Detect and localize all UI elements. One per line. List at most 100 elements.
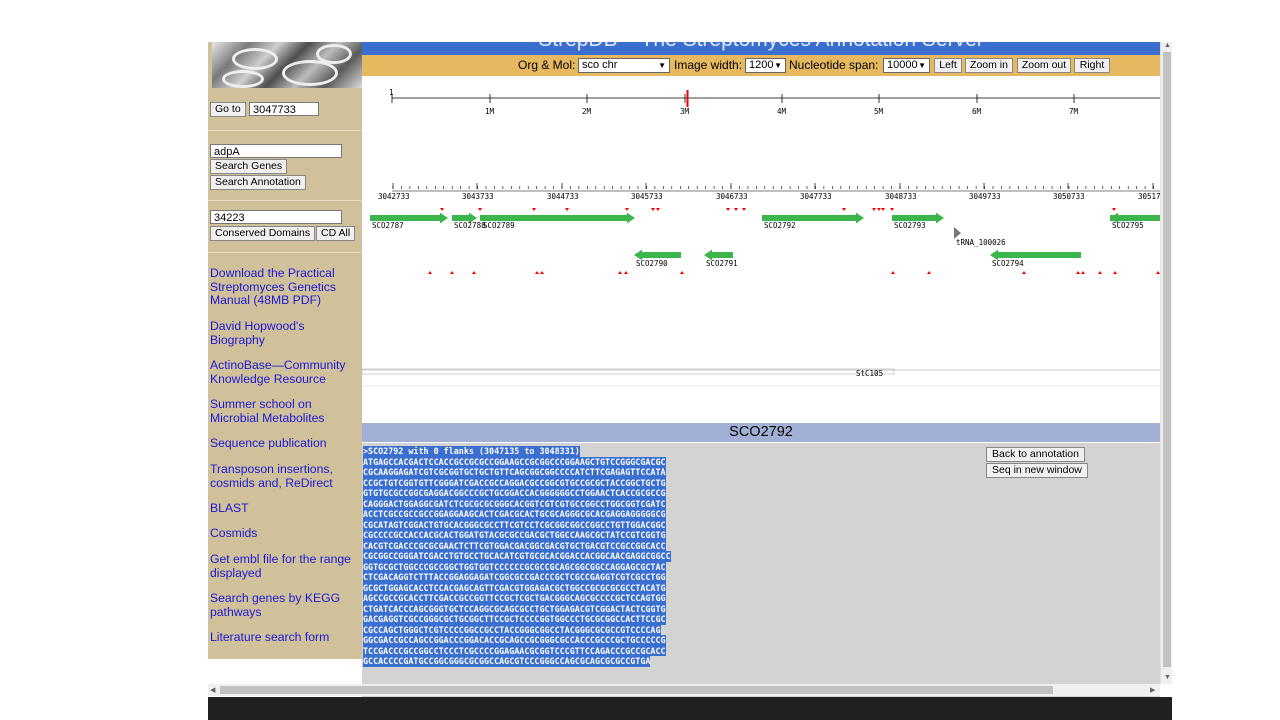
feature-marker (565, 208, 569, 211)
page-title: StrepDB – The Streptomyces Annotation Se… (362, 42, 1160, 52)
link-cosmids[interactable]: Cosmids (210, 526, 358, 541)
feature-marker (651, 208, 655, 211)
feature-marker (742, 208, 746, 211)
right-button[interactable]: Right (1074, 58, 1110, 73)
cosmid-label: StC105 (856, 369, 883, 378)
org-mol-label: Org & Mol: (518, 58, 576, 72)
gene-search-input[interactable]: adpA (210, 144, 342, 158)
genome-tick-label: 7M (1069, 107, 1079, 116)
back-to-annotation-button[interactable]: Back to annotation (986, 447, 1085, 462)
conserved-domains-button[interactable]: Conserved Domains (210, 226, 316, 241)
sequence-line: CTCGACAGGTCTTTACCGGAGGAGATCGGCGCCGACCCGC… (363, 572, 666, 583)
sidebar: Go to 3047733 adpA Search Genes Search A… (208, 42, 362, 659)
horizontal-scrollbar[interactable]: ◀ ▶ (208, 684, 1160, 696)
cd-all-button[interactable]: CD All (316, 226, 356, 241)
sequence-line: CTGATCACCCAGCGGGTGCTCCAGGCGCAGCGCCTGCTGG… (363, 603, 666, 614)
feature-marker (891, 271, 895, 274)
chevron-down-icon: ▼ (918, 61, 926, 70)
header-bar: StrepDB – The Streptomyces Annotation Se… (362, 42, 1160, 55)
sequence-line: CGCAAGGAGATCGTCGCGGTGCTGCTGTTCAGCGGCGGCC… (363, 467, 666, 478)
feature-marker (872, 208, 876, 211)
genome-tick-label: 6M (972, 107, 982, 116)
genome-map[interactable]: 1 1M 2M 3M 4M 5M 6M 7M 3042733 3043733 3044733 30… (362, 78, 1160, 423)
feature-marker (890, 208, 894, 211)
feature-marker (1081, 271, 1085, 274)
sequence-line: CGCCCCGCCACCACGCACTGGATGTACGCGCCGACGCTGG… (363, 530, 666, 541)
sequence-line: CGCGGCCGGGATCGACCTGTGCCTGCACATCGTGCGCACG… (363, 551, 671, 562)
link-hopwood-biography[interactable]: David Hopwood's Biography (210, 319, 358, 347)
sequence-line: GCGCTGGAGCACCTCCACGAGCAGTTCGACGTGGAGACGC… (363, 582, 666, 593)
gene-label: SCO2787 (372, 221, 404, 230)
link-embl-file[interactable]: Get embl file for the range displayed (210, 552, 358, 580)
feature-marker (428, 271, 432, 274)
image-width-select[interactable]: 1200 ▼ (745, 58, 786, 73)
sidebar-divider (208, 200, 362, 201)
sequence-line: GTGTGCGCCGGCGAGGACGGCCCGCTGCGGACCACGGGGG… (363, 488, 666, 499)
genome-tick-label: 3M (680, 107, 690, 116)
feature-marker (624, 271, 628, 274)
sequence-line: CAGGGACTGGAGGCGATCTCGCGCGCGGGCACGGTCGTCG… (363, 498, 666, 509)
link-literature-search[interactable]: Literature search form (210, 630, 358, 645)
chevron-down-icon: ▼ (774, 61, 782, 70)
scroll-right-icon[interactable]: ▶ (1150, 686, 1155, 694)
current-position-marker (686, 90, 689, 107)
sequence-text[interactable]: >SCO2792 with 0 flanks (3047135 to 30483… (363, 446, 671, 667)
gene-label: SCO2788 (454, 221, 486, 230)
local-tick-label: 3047733 (800, 192, 832, 201)
goto-button[interactable]: Go to (210, 102, 246, 117)
nucleotide-span-select[interactable]: 10000 ▼ (883, 58, 930, 73)
seq-in-new-window-button[interactable]: Seq in new window (986, 463, 1088, 478)
gene-label: SCO2793 (894, 221, 926, 230)
feature-marker (540, 271, 544, 274)
link-transposon-insertions[interactable]: Transposon insertions, cosmids and, ReDi… (210, 462, 358, 490)
link-genetics-manual[interactable]: Download the Practical Streptomyces Gene… (210, 266, 358, 308)
sequence-line: ATGAGCCACGACTCCACCGCCGCGCCGGAAGCCGCGGCCC… (363, 456, 666, 467)
search-genes-button[interactable]: Search Genes (210, 159, 288, 174)
sequence-line: GGCGACCGCCAGCCGGACCCGGACACCGCAGCCGCGGGCG… (363, 635, 666, 646)
zoom-in-button[interactable]: Zoom in (965, 58, 1013, 73)
sequence-line: AGCCGCCGCACCTTCGACCGCCGGTTCCGCTCGCTGACGG… (363, 593, 666, 604)
gene-label: SCO2791 (706, 259, 738, 268)
feature-marker (450, 271, 454, 274)
feature-marker (881, 208, 885, 211)
scroll-down-icon[interactable]: ▼ (1164, 674, 1171, 681)
sequence-line: CGCATAGTCGGACTGTGCACGGGCGCCTTCGTCCTCGCGG… (363, 519, 666, 530)
link-summer-school[interactable]: Summer school on Microbial Metabolites (210, 397, 358, 425)
goto-position-input[interactable]: 3047733 (249, 102, 319, 116)
gene-label: SCO2790 (636, 259, 668, 268)
feature-marker (680, 271, 684, 274)
vertical-scroll-thumb[interactable] (1163, 52, 1171, 667)
genome-tick-label: 1M (485, 107, 495, 116)
feature-marker (1112, 208, 1116, 211)
local-tick-label: 3050733 (1053, 192, 1085, 201)
sidebar-divider (208, 130, 362, 131)
feature-marker (618, 271, 622, 274)
gene-label: SCO2792 (764, 221, 796, 230)
link-actinobase[interactable]: ActinoBase—Community Knowledge Resource (210, 358, 358, 386)
sidebar-divider (208, 252, 362, 253)
genome-start-label: 1 (389, 88, 394, 97)
link-kegg-pathways[interactable]: Search genes by KEGG pathways (210, 591, 358, 619)
main-panel: StrepDB – The Streptomyces Annotation Se… (362, 42, 1160, 700)
search-annotation-button[interactable]: Search Annotation (210, 175, 306, 190)
sequence-line: ACCTCGCCGCCGCCGGAGGAAGCACTCGACGCACTGCGCA… (363, 509, 666, 520)
vertical-scrollbar[interactable]: ▲ ▼ (1160, 42, 1172, 684)
feature-marker (877, 208, 881, 211)
org-mol-select[interactable]: sco chr ▼ (578, 58, 670, 73)
nucleotide-span-value: 10000 (887, 59, 918, 71)
local-tick-label: 3044733 (547, 192, 579, 201)
sequence-line: CCGCTGTCGGTGTTCGGGATCGACCGCCAGGACGCCGGCG… (363, 477, 666, 488)
link-sequence-publication[interactable]: Sequence publication (210, 436, 358, 451)
sequence-line: GACGAGGTCGCCGGGCGCTGCGGCTTCCGCTCCCCGGTGG… (363, 614, 666, 625)
feature-marker (726, 208, 730, 211)
link-blast[interactable]: BLAST (210, 501, 358, 516)
left-button[interactable]: Left (934, 58, 962, 73)
horizontal-scroll-thumb[interactable] (220, 686, 1053, 694)
feature-marker (1098, 271, 1102, 274)
domain-search-input[interactable]: 34223 (210, 210, 342, 224)
scroll-up-icon[interactable]: ▲ (1164, 42, 1171, 49)
taskbar (208, 697, 1172, 720)
streptomyces-logo-image (212, 42, 362, 88)
zoom-out-button[interactable]: Zoom out (1017, 58, 1071, 73)
scroll-left-icon[interactable]: ◀ (210, 686, 215, 694)
